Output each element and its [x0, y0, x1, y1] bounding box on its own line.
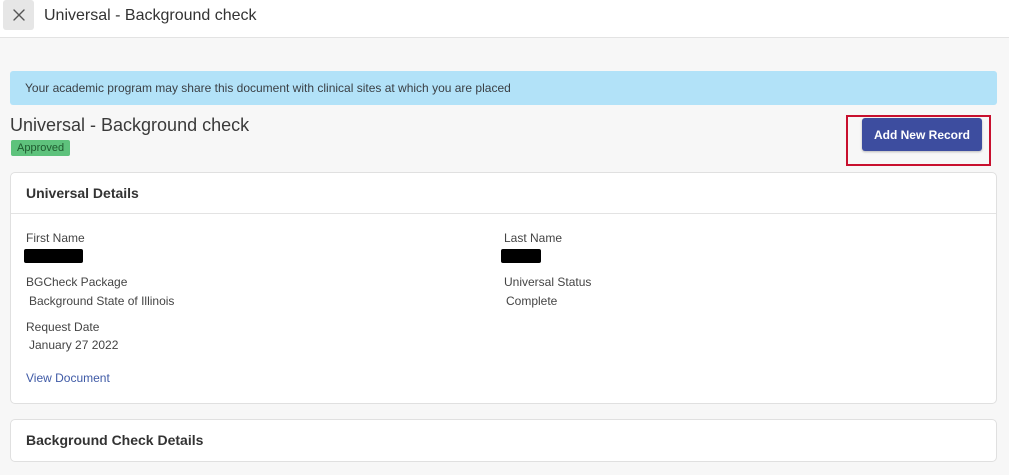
universal-status-value: Complete [506, 294, 558, 308]
background-check-details-card[interactable]: Background Check Details [10, 419, 997, 462]
close-button[interactable] [3, 0, 34, 30]
first-name-value-redacted [24, 249, 83, 263]
bgcheck-package-value: Background State of Illinois [29, 294, 175, 308]
bgcheck-package-label: BGCheck Package [26, 275, 128, 289]
request-date-label: Request Date [26, 320, 100, 334]
page-title: Universal - Background check [10, 115, 250, 135]
universal-status-label: Universal Status [504, 275, 592, 289]
request-date-value: January 27 2022 [29, 338, 119, 352]
card-title: Universal Details [11, 173, 996, 214]
info-banner: Your academic program may share this doc… [10, 71, 997, 105]
last-name-label: Last Name [504, 231, 563, 245]
add-new-record-button[interactable]: Add New Record [862, 118, 982, 151]
window-title: Universal - Background check [44, 7, 257, 24]
view-document-link[interactable]: View Document [26, 371, 110, 385]
status-badge: Approved [11, 140, 71, 156]
universal-details-card: Universal Details First Name Last Name B… [10, 172, 997, 404]
card-title: Background Check Details [26, 432, 204, 448]
top-bar: Universal - Background check [0, 0, 1009, 38]
first-name-label: First Name [26, 231, 85, 245]
close-icon [12, 9, 25, 21]
last-name-value-redacted [501, 249, 541, 263]
